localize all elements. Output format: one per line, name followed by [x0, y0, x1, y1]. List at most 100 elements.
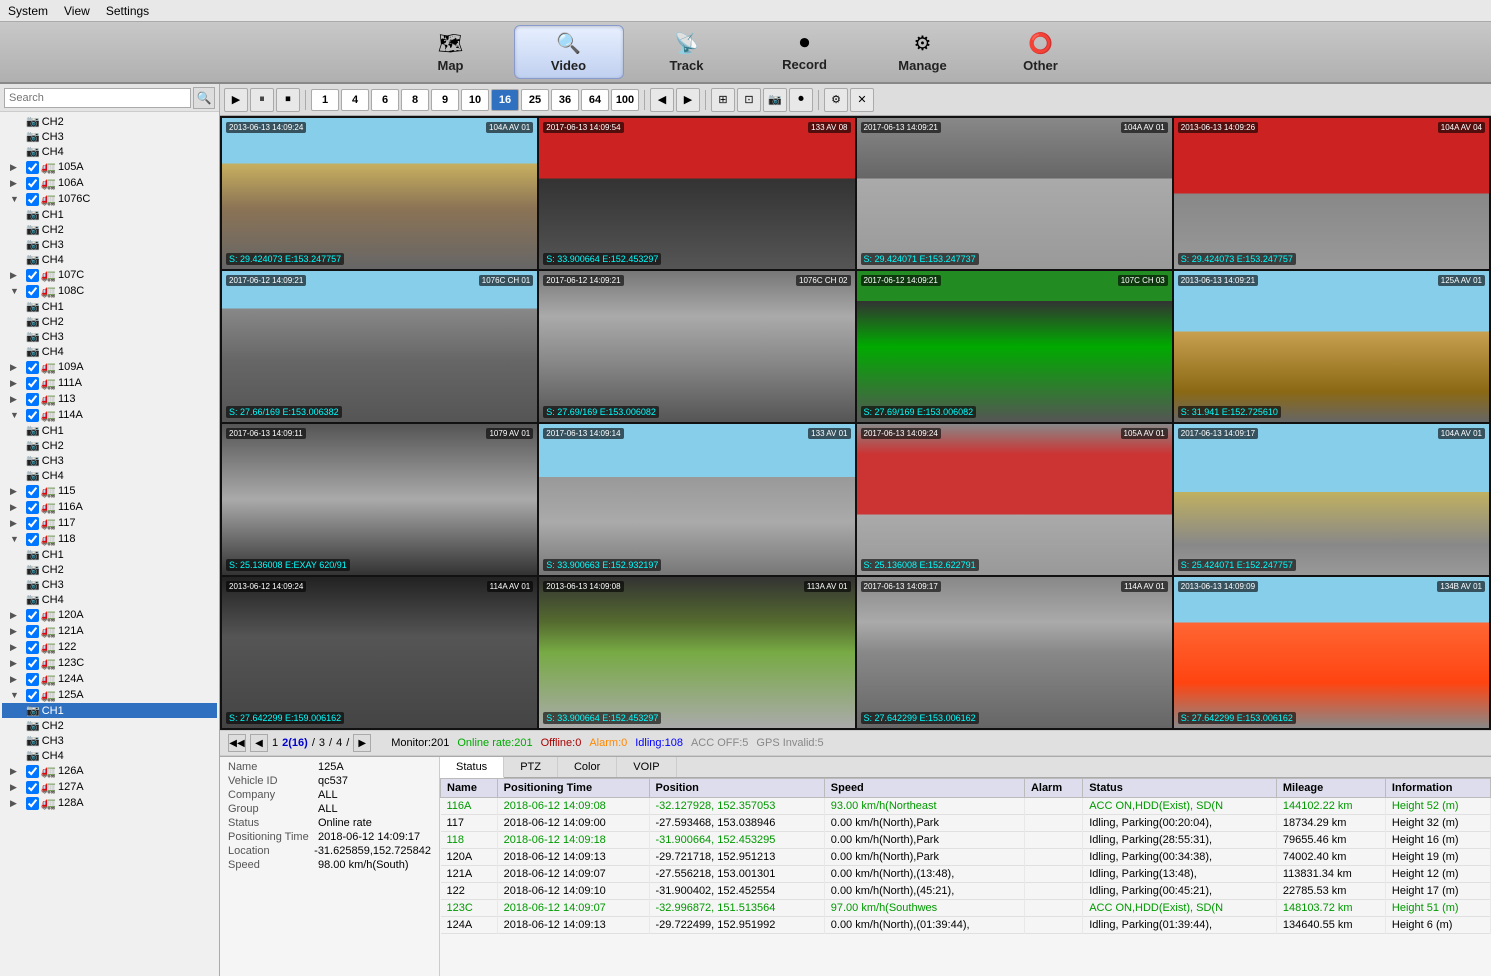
tree-expand-16[interactable]: ▶	[10, 362, 24, 373]
tree-expand-11[interactable]: ▼	[10, 286, 24, 296]
tree-expand-44[interactable]: ▶	[10, 798, 24, 809]
video-cell-c5[interactable]: 2017-06-12 14:09:211076C CH 01S: 27.66/1…	[222, 271, 537, 422]
tree-expand-3[interactable]: ▶	[10, 162, 24, 173]
tree-item-19[interactable]: ▼🚛114A	[2, 407, 217, 423]
tree-item-18[interactable]: ▶🚛113	[2, 391, 217, 407]
layout-8[interactable]: 8	[401, 89, 429, 111]
tree-item-42[interactable]: ▶🚛126A	[2, 763, 217, 779]
tree-check-18[interactable]	[26, 393, 39, 406]
toolbar-prev[interactable]: ◀	[650, 88, 674, 112]
tree-check-5[interactable]	[26, 193, 39, 206]
tree-check-35[interactable]	[26, 657, 39, 670]
tab-color[interactable]: Color	[558, 757, 617, 777]
pg-prev[interactable]: ◀	[250, 734, 268, 752]
toolbar-pause[interactable]: ⏸	[250, 88, 274, 112]
tab-voip[interactable]: VOIP	[617, 757, 676, 777]
table-row-7[interactable]: 124A2018-06-12 14:09:13-29.722499, 152.9…	[441, 917, 1491, 934]
video-cell-c15[interactable]: 2017-06-13 14:09:17114A AV 01S: 27.64229…	[857, 577, 1172, 728]
tree-expand-35[interactable]: ▶	[10, 658, 24, 669]
tree-item-2[interactable]: 📷CH4	[2, 144, 217, 159]
tree-item-8[interactable]: 📷CH3	[2, 237, 217, 252]
table-row-1[interactable]: 1172018-06-12 14:09:00-27.593468, 153.03…	[441, 815, 1491, 832]
tree-item-3[interactable]: ▶🚛105A	[2, 159, 217, 175]
toolbar-settings[interactable]: ⚙	[824, 88, 848, 112]
tree-item-5[interactable]: ▼🚛1076C	[2, 191, 217, 207]
tree-item-27[interactable]: ▼🚛118	[2, 531, 217, 547]
nav-record[interactable]: ⏺ Record	[750, 25, 860, 79]
nav-other[interactable]: ⭕ Other	[986, 25, 1096, 79]
toolbar-close[interactable]: ✕	[850, 88, 874, 112]
tree-item-14[interactable]: 📷CH3	[2, 329, 217, 344]
tree-check-4[interactable]	[26, 177, 39, 190]
video-cell-c4[interactable]: 2013-06-13 14:09:26104A AV 04S: 29.42407…	[1174, 118, 1489, 269]
tree-item-11[interactable]: ▼🚛108C	[2, 283, 217, 299]
video-cell-c13[interactable]: 2013-06-12 14:09:24114A AV 01S: 27.64229…	[222, 577, 537, 728]
tree-item-21[interactable]: 📷CH2	[2, 438, 217, 453]
tree-item-28[interactable]: 📷CH1	[2, 547, 217, 562]
tree-item-43[interactable]: ▶🚛127A	[2, 779, 217, 795]
tree-item-31[interactable]: 📷CH4	[2, 592, 217, 607]
tree-item-12[interactable]: 📷CH1	[2, 299, 217, 314]
tree-item-16[interactable]: ▶🚛109A	[2, 359, 217, 375]
tree-item-20[interactable]: 📷CH1	[2, 423, 217, 438]
tree-check-32[interactable]	[26, 609, 39, 622]
tree-item-41[interactable]: 📷CH4	[2, 748, 217, 763]
tree-check-27[interactable]	[26, 533, 39, 546]
tree-item-34[interactable]: ▶🚛122	[2, 639, 217, 655]
tree-check-33[interactable]	[26, 625, 39, 638]
tree-item-32[interactable]: ▶🚛120A	[2, 607, 217, 623]
toolbar-fit[interactable]: ⊞	[711, 88, 735, 112]
table-row-0[interactable]: 116A2018-06-12 14:09:08-32.127928, 152.3…	[441, 798, 1491, 815]
video-cell-c7[interactable]: 2017-06-12 14:09:21107C CH 03S: 27.69/16…	[857, 271, 1172, 422]
tree-item-24[interactable]: ▶🚛115	[2, 483, 217, 499]
toolbar-zoom[interactable]: ⊡	[737, 88, 761, 112]
layout-16[interactable]: 16	[491, 89, 519, 111]
tree-item-0[interactable]: 📷CH2	[2, 114, 217, 129]
table-row-6[interactable]: 123C2018-06-12 14:09:07-32.996872, 151.5…	[441, 900, 1491, 917]
tab-status[interactable]: Status	[440, 757, 504, 778]
tree-check-3[interactable]	[26, 161, 39, 174]
tree-item-35[interactable]: ▶🚛123C	[2, 655, 217, 671]
tree-item-38[interactable]: 📷CH1	[2, 703, 217, 718]
tree-check-17[interactable]	[26, 377, 39, 390]
tree-check-16[interactable]	[26, 361, 39, 374]
layout-25[interactable]: 25	[521, 89, 549, 111]
table-row-5[interactable]: 1222018-06-12 14:09:10-31.900402, 152.45…	[441, 883, 1491, 900]
video-cell-c1[interactable]: 2013-06-13 14:09:24104A AV 01S: 29.42407…	[222, 118, 537, 269]
tree-item-10[interactable]: ▶🚛107C	[2, 267, 217, 283]
layout-6[interactable]: 6	[371, 89, 399, 111]
tree-item-17[interactable]: ▶🚛111A	[2, 375, 217, 391]
tree-expand-18[interactable]: ▶	[10, 394, 24, 405]
tree-expand-24[interactable]: ▶	[10, 486, 24, 497]
pg-first[interactable]: ◀◀	[228, 734, 246, 752]
tree-item-39[interactable]: 📷CH2	[2, 718, 217, 733]
tree-check-26[interactable]	[26, 517, 39, 530]
tree-check-10[interactable]	[26, 269, 39, 282]
table-row-2[interactable]: 1182018-06-12 14:09:18-31.900664, 152.45…	[441, 832, 1491, 849]
tree-check-11[interactable]	[26, 285, 39, 298]
tree-check-24[interactable]	[26, 485, 39, 498]
tree-item-6[interactable]: 📷CH1	[2, 207, 217, 222]
menu-view[interactable]: View	[64, 4, 90, 18]
video-cell-c11[interactable]: 2017-06-13 14:09:24105A AV 01S: 25.13600…	[857, 424, 1172, 575]
tree-check-42[interactable]	[26, 765, 39, 778]
tree-check-37[interactable]	[26, 689, 39, 702]
tree-expand-43[interactable]: ▶	[10, 782, 24, 793]
tree-item-44[interactable]: ▶🚛128A	[2, 795, 217, 811]
menu-system[interactable]: System	[8, 4, 48, 18]
tree-item-37[interactable]: ▼🚛125A	[2, 687, 217, 703]
tree-item-23[interactable]: 📷CH4	[2, 468, 217, 483]
layout-64[interactable]: 64	[581, 89, 609, 111]
tree-item-4[interactable]: ▶🚛106A	[2, 175, 217, 191]
tree-expand-25[interactable]: ▶	[10, 502, 24, 513]
layout-36[interactable]: 36	[551, 89, 579, 111]
toolbar-record[interactable]: ⏺	[789, 88, 813, 112]
tab-ptz[interactable]: PTZ	[504, 757, 558, 777]
tree-expand-17[interactable]: ▶	[10, 378, 24, 389]
tree-item-7[interactable]: 📷CH2	[2, 222, 217, 237]
tree-item-22[interactable]: 📷CH3	[2, 453, 217, 468]
toolbar-play[interactable]: ▶	[224, 88, 248, 112]
tree-item-13[interactable]: 📷CH2	[2, 314, 217, 329]
table-row-4[interactable]: 121A2018-06-12 14:09:07-27.556218, 153.0…	[441, 866, 1491, 883]
video-cell-c3[interactable]: 2017-06-13 14:09:21104A AV 01S: 29.42407…	[857, 118, 1172, 269]
